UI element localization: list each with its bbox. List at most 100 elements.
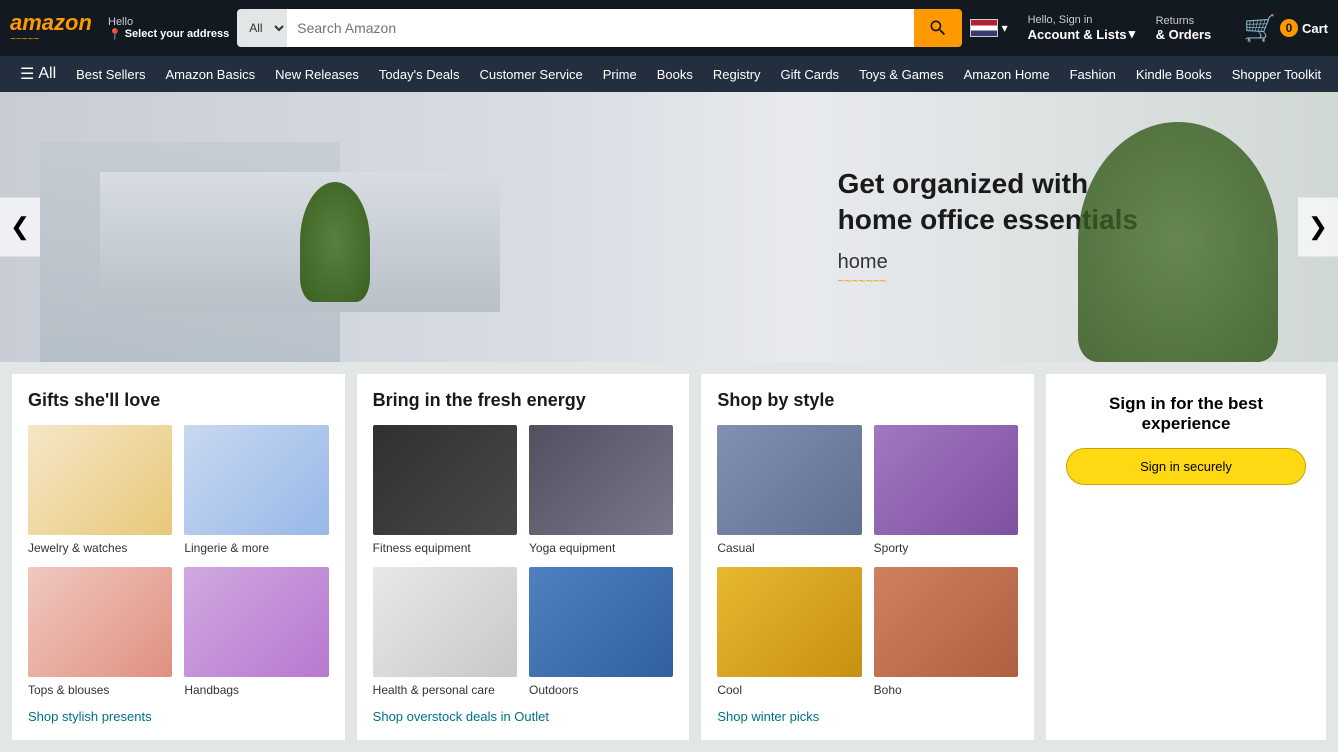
boho-image (874, 567, 1018, 677)
returns-label: Returns (1156, 15, 1236, 27)
cart-count: 0 (1280, 19, 1298, 37)
list-item[interactable]: Boho (874, 567, 1018, 697)
account-dropdown-icon: ▾ (1129, 26, 1136, 42)
cart-label: Cart (1302, 21, 1328, 36)
nav-shopper-toolkit[interactable]: Shopper Toolkit (1222, 56, 1331, 92)
list-item[interactable]: Fitness equipment (373, 425, 517, 555)
gifts-card: Gifts she'll love Jewelry & watches Ling… (12, 374, 345, 740)
health-label: Health & personal care (373, 683, 517, 697)
amazon-logo[interactable]: amazon ~~~~~ (10, 12, 100, 45)
hero-banner: ❮ Get organized with home office essenti… (0, 92, 1338, 362)
nav-gift-cards[interactable]: Gift Cards (771, 56, 850, 92)
fresh-card: Bring in the fresh energy Fitness equipm… (357, 374, 690, 740)
lingerie-image (184, 425, 328, 535)
sporty-label: Sporty (874, 541, 1018, 555)
cart-icon: 🛒 (1244, 13, 1276, 44)
account-main: Account & Lists ▾ (1028, 26, 1148, 42)
tops-image (28, 567, 172, 677)
orders-label: & Orders (1156, 27, 1236, 42)
banner-prev-button[interactable]: ❮ (0, 198, 40, 257)
casual-label: Casual (717, 541, 861, 555)
list-item[interactable]: Yoga equipment (529, 425, 673, 555)
list-item[interactable]: Handbags (184, 567, 328, 697)
outdoors-label: Outdoors (529, 683, 673, 697)
nav-best-sellers[interactable]: Best Sellers (66, 56, 155, 92)
jewelry-label: Jewelry & watches (28, 541, 172, 555)
address-block[interactable]: Hello 📍 Select your address (108, 16, 229, 41)
nav-kindle-books[interactable]: Kindle Books (1126, 56, 1222, 92)
style-grid: Casual Sporty Cool Boho (717, 425, 1018, 697)
yoga-image (529, 425, 673, 535)
content-inner: Gifts she'll love Jewelry & watches Ling… (0, 362, 1338, 752)
jewelry-image (28, 425, 172, 535)
flag-icon (970, 19, 998, 37)
handbags-label: Handbags (184, 683, 328, 697)
list-item[interactable]: Tops & blouses (28, 567, 172, 697)
list-item[interactable]: Casual (717, 425, 861, 555)
health-image (373, 567, 517, 677)
search-input[interactable] (287, 9, 913, 47)
nav-customer-service[interactable]: Customer Service (469, 56, 592, 92)
casual-image (717, 425, 861, 535)
returns-block[interactable]: Returns & Orders (1156, 15, 1236, 42)
list-item[interactable]: Health & personal care (373, 567, 517, 697)
fitness-image (373, 425, 517, 535)
cart-block[interactable]: 🛒 0 Cart (1244, 13, 1328, 44)
nav-all[interactable]: ☰ All (10, 56, 66, 92)
style-title: Shop by style (717, 390, 1018, 411)
nav-amazon-home[interactable]: Amazon Home (954, 56, 1060, 92)
lingerie-label: Lingerie & more (184, 541, 328, 555)
nav-bar: ☰ All Best Sellers Amazon Basics New Rel… (0, 56, 1338, 92)
search-bar: All (237, 9, 961, 47)
outdoors-image (529, 567, 673, 677)
list-item[interactable]: Outdoors (529, 567, 673, 697)
list-item[interactable]: Jewelry & watches (28, 425, 172, 555)
select-address: 📍 Select your address (108, 28, 229, 41)
account-hello: Hello, Sign in (1028, 14, 1148, 26)
nav-new-releases[interactable]: New Releases (265, 56, 369, 92)
gifts-title: Gifts she'll love (28, 390, 329, 411)
hello-label: Hello (108, 16, 229, 28)
list-item[interactable]: Sporty (874, 425, 1018, 555)
boho-label: Boho (874, 683, 1018, 697)
nav-prime[interactable]: Prime (593, 56, 647, 92)
sporty-image (874, 425, 1018, 535)
signin-card: Sign in for the best experience Sign in … (1046, 374, 1326, 740)
nav-fashion[interactable]: Fashion (1060, 56, 1126, 92)
cool-label: Cool (717, 683, 861, 697)
search-button[interactable] (914, 9, 962, 47)
style-card: Shop by style Casual Sporty Cool Boho (701, 374, 1034, 740)
gifts-grid: Jewelry & watches Lingerie & more Tops &… (28, 425, 329, 697)
nav-sell[interactable]: Sell (1331, 56, 1338, 92)
nav-todays-deals[interactable]: Today's Deals (369, 56, 470, 92)
logo-text: amazon (10, 12, 92, 34)
fresh-title: Bring in the fresh energy (373, 390, 674, 411)
nav-books[interactable]: Books (647, 56, 703, 92)
flag-dropdown-icon: ▾ (1002, 21, 1008, 35)
header: amazon ~~~~~ Hello 📍 Select your address… (0, 0, 1338, 56)
handbags-image (184, 567, 328, 677)
style-link[interactable]: Shop winter picks (717, 709, 1018, 724)
list-item[interactable]: Cool (717, 567, 861, 697)
gifts-link[interactable]: Shop stylish presents (28, 709, 329, 724)
fitness-label: Fitness equipment (373, 541, 517, 555)
content-area: Gifts she'll love Jewelry & watches Ling… (0, 362, 1338, 752)
nav-toys-games[interactable]: Toys & Games (849, 56, 954, 92)
cool-image (717, 567, 861, 677)
search-category-select[interactable]: All (237, 9, 287, 47)
signin-title: Sign in for the best experience (1066, 394, 1306, 434)
account-block[interactable]: Hello, Sign in Account & Lists ▾ (1028, 14, 1148, 42)
signin-button[interactable]: Sign in securely (1066, 448, 1306, 485)
flag-block[interactable]: ▾ (970, 19, 1020, 37)
fresh-link[interactable]: Shop overstock deals in Outlet (373, 709, 674, 724)
yoga-label: Yoga equipment (529, 541, 673, 555)
fresh-grid: Fitness equipment Yoga equipment Health … (373, 425, 674, 697)
banner-next-button[interactable]: ❯ (1298, 198, 1338, 257)
logo-smile: ~~~~~ (10, 34, 39, 45)
menu-icon: ☰ (20, 64, 34, 84)
search-icon (928, 18, 948, 38)
nav-amazon-basics[interactable]: Amazon Basics (156, 56, 266, 92)
nav-registry[interactable]: Registry (703, 56, 771, 92)
list-item[interactable]: Lingerie & more (184, 425, 328, 555)
tops-label: Tops & blouses (28, 683, 172, 697)
